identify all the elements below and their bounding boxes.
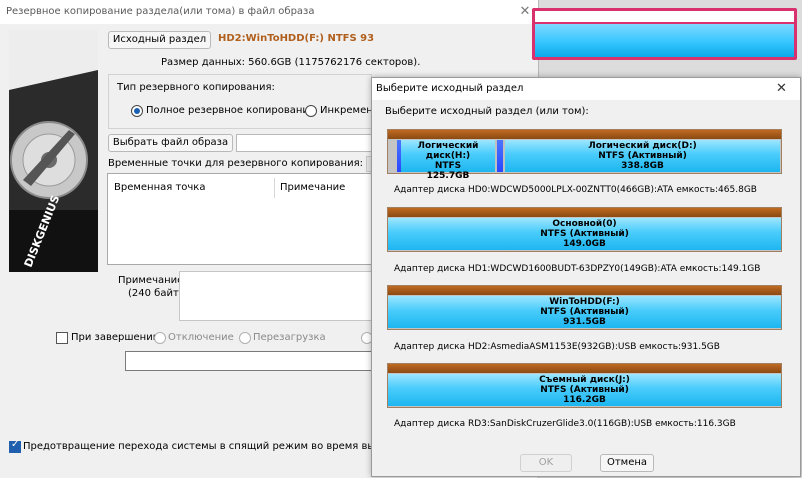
partition-d-name: Логический диск(D:): [588, 141, 697, 151]
partition-wintohdd-f[interactable]: WinToHDD(F:) NTFS (Активный) 931.5GB: [388, 296, 781, 328]
partition-h-size: 125.7GB: [426, 171, 470, 181]
partition-h-name: Логический диск(H:): [417, 141, 479, 161]
disk-hd2-header: [388, 286, 781, 295]
image-file-path-input[interactable]: [236, 134, 372, 152]
disk-hd0: Логический диск(H:) NTFS 125.7GB Логичес…: [387, 129, 782, 181]
partition-removable-j-name: Съемный диск(J:): [539, 375, 630, 385]
full-backup-label: Полное резервное копирование: [146, 105, 316, 116]
partition-wintohdd-f-fs: NTFS (Активный): [540, 307, 629, 317]
disk-rd3-header: [388, 364, 781, 373]
ok-button[interactable]: OK: [520, 454, 572, 472]
shutdown-radio[interactable]: [154, 332, 166, 344]
cancel-button[interactable]: Отмена: [600, 454, 654, 472]
progress-bar: [125, 351, 373, 371]
partition-removable-j[interactable]: Съемный диск(J:) NTFS (Активный) 116.2GB: [388, 374, 781, 406]
partition-removable-j-fs: NTFS (Активный): [540, 385, 629, 395]
prevent-sleep-checkbox[interactable]: [9, 439, 21, 453]
reboot-label: Перезагрузка: [253, 332, 326, 343]
dialog-titlebar: Выберите исходный раздел ✕: [372, 78, 800, 100]
partition-wintohdd-f-name: WinToHDD(F:): [549, 297, 620, 307]
partition-primary-0-fs: NTFS (Активный): [540, 229, 629, 239]
disk-rd3-adapter-info: Адаптер диска RD3:SanDiskCruzerGlide3.0(…: [394, 419, 736, 429]
partition-d-fs: NTFS (Активный): [598, 151, 687, 161]
partition-d[interactable]: Логический диск(D:) NTFS (Активный) 338.…: [505, 140, 780, 172]
partition-primary-0[interactable]: Основной(0) NTFS (Активный) 149.0GB: [388, 218, 781, 250]
disk-hd1-header: [388, 208, 781, 217]
source-partition-value: HD2:WinToHDD(F:) NTFS 93: [218, 33, 375, 44]
on-finish-checkbox[interactable]: [56, 332, 68, 344]
disk-hd0-adapter-info: Адаптер диска HD0:WDCWD5000LPLX-00ZNTT0(…: [394, 185, 757, 195]
partition-d-size: 338.8GB: [621, 161, 664, 171]
backup-window-titlebar: Резервное копирование раздела(или тома) …: [0, 0, 538, 24]
note-bytes-label: (240 байт): [128, 288, 183, 299]
reboot-radio[interactable]: [239, 332, 251, 344]
shutdown-label: Отключение: [168, 332, 234, 343]
source-partition-button[interactable]: Исходный раздел: [108, 31, 211, 49]
dialog-close-icon[interactable]: ✕: [776, 81, 787, 96]
partition-h[interactable]: Логический диск(H:) NTFS 125.7GB: [401, 140, 495, 181]
hard-disk-illustration: DISKGENIUS: [9, 30, 98, 272]
backup-type-label: Тип резервного копирования:: [117, 82, 275, 93]
disk-hd0-header: [388, 130, 781, 139]
dialog-prompt: Выберите исходный раздел (или том):: [385, 106, 589, 117]
partition-h-fs: NTFS: [434, 161, 462, 171]
col-time-header[interactable]: Временная точка: [114, 182, 205, 193]
hard-disk-icon: DISKGENIUS: [9, 30, 98, 272]
disk-hd1: Основной(0) NTFS (Активный) 149.0GB: [387, 207, 782, 252]
partition-removable-j-size: 116.2GB: [563, 395, 606, 405]
disk-hd2: WinToHDD(F:) NTFS (Активный) 931.5GB: [387, 285, 782, 330]
incremental-radio[interactable]: [305, 105, 317, 117]
on-finish-label: При завершении:: [71, 332, 163, 343]
dialog-title: Выберите исходный раздел: [376, 83, 524, 94]
select-source-partition-dialog: Выберите исходный раздел ✕ Выберите исхо…: [371, 77, 801, 477]
col-note-header[interactable]: Примечание: [280, 182, 345, 193]
selected-partition-header: [535, 11, 794, 22]
full-backup-radio[interactable]: [131, 105, 143, 117]
backup-window-title: Резервное копирование раздела(или тома) …: [6, 6, 315, 17]
partition-wintohdd-f-size: 931.5GB: [563, 317, 606, 327]
partition-primary-0-name: Основной(0): [552, 219, 617, 229]
note-label: Примечание:: [118, 275, 187, 286]
prevent-sleep-label: Предотвращение перехода системы в спящий…: [23, 441, 427, 452]
column-divider[interactable]: [274, 178, 275, 198]
disk-hd2-adapter-info: Адаптер диска HD2:AsmediaASM1153E(932GB)…: [394, 342, 720, 352]
disk-hd1-adapter-info: Адаптер диска HD1:WDCWD1600BUDT-63DPZY0(…: [394, 264, 761, 274]
selected-partition-bar[interactable]: [535, 24, 794, 57]
disk-rd3: Съемный диск(J:) NTFS (Активный) 116.2GB: [387, 363, 782, 408]
note-textarea[interactable]: [179, 271, 373, 321]
data-size-text: Размер данных: 560.6GB (1175762176 секто…: [161, 57, 421, 68]
time-points-label: Временные точки для резервного копирован…: [108, 158, 363, 169]
partition-primary-0-size: 149.0GB: [563, 239, 606, 249]
choose-image-file-button[interactable]: Выбрать файл образа: [108, 134, 233, 152]
time-points-table[interactable]: Временная точка Примечание: [107, 173, 373, 265]
